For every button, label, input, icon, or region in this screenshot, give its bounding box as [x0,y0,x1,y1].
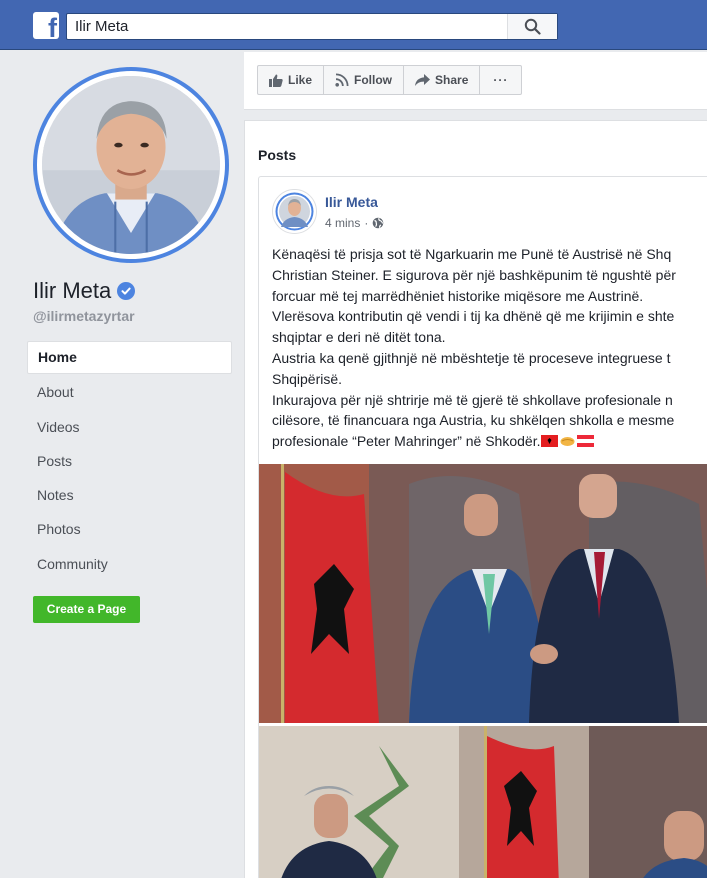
page-action-bar: Like Follow Share ··· [257,65,523,95]
austria-flag-icon [577,435,595,448]
thumbs-up-icon [269,74,283,87]
post-text-line: shqiptar e deri në ditët tona. [272,329,446,346]
top-navigation-bar: f [0,0,707,50]
post-meta: 4 mins · [325,216,384,230]
post-text-line: Shqipërisë. [272,370,343,387]
albania-flag-icon [541,435,559,448]
post-text-line: Kënaqësi të prisja sot të Ngarkuarin me … [272,246,672,262]
nav-item-about[interactable]: About [27,375,232,409]
nav-item-photos[interactable]: Photos [27,512,232,546]
page-name-text[interactable]: Ilir Meta [33,278,111,304]
nav-item-community[interactable]: Community [27,547,232,581]
post-photo[interactable] [259,464,707,723]
create-page-button[interactable]: Create a Page [33,596,140,623]
post-author-avatar[interactable] [272,189,317,234]
handshake-icon [560,437,575,447]
more-dots-icon: ··· [493,73,509,87]
post-text-line: cilësore, të financuara nga Austria, ku … [272,412,675,429]
nav-item-videos[interactable]: Videos [27,410,232,444]
posts-section: Posts Ilir Meta 4 mins · Kënaqësi të pri… [244,120,707,878]
search-box [66,13,558,40]
nav-item-notes[interactable]: Notes [27,478,232,512]
nav-item-home[interactable]: Home [27,341,232,374]
post-text-line: Christian Steiner. E sigurova për një ba… [272,266,676,283]
post-body: Kënaqësi të prisja sot të Ngarkuarin me … [272,244,707,452]
post-author-name[interactable]: Ilir Meta [325,194,378,210]
post-timestamp[interactable]: 4 mins [325,216,360,230]
post-text-line: Austria ka qenë gjithnjë në mbështetje t… [272,349,671,366]
search-icon [524,18,541,35]
post-text-line: Vlerësova kontributin që vendi i tij ka … [272,308,675,325]
nav-item-posts[interactable]: Posts [27,444,232,478]
page-navigation: Home About Videos Posts Notes Photos Com… [27,341,232,581]
like-page-button[interactable]: Like [258,66,325,94]
share-page-button[interactable]: Share [404,66,481,94]
post-text-line: Inkurajova për një shtrirje më të gjerë … [272,391,673,408]
rss-follow-icon [335,73,349,87]
page-title: Ilir Meta [33,278,136,304]
search-input[interactable] [67,14,507,39]
page-actions-panel: Like Follow Share ··· [244,52,707,110]
more-options-button[interactable]: ··· [480,66,521,94]
facebook-logo-icon[interactable]: f [33,12,59,39]
verified-badge-icon [117,282,136,300]
profile-photo [42,76,220,254]
follow-page-button[interactable]: Follow [324,66,405,94]
search-button[interactable] [507,14,557,39]
post-text-line: profesionale “Peter Mahringer” në Shkodë… [272,433,541,450]
post-photo[interactable] [259,726,707,878]
share-arrow-icon [415,73,431,86]
post-text-line: forcuar më tej marrëdhëniet historike mi… [272,287,644,304]
post-card: Ilir Meta 4 mins · Kënaqësi të prisja so… [258,176,707,878]
globe-icon[interactable] [372,217,384,229]
profile-picture[interactable] [33,67,229,263]
page-handle[interactable]: @ilirmetazyrtar [33,308,135,324]
page-sidebar: Ilir Meta @ilirmetazyrtar Home About Vid… [0,50,243,878]
posts-heading: Posts [258,147,297,163]
